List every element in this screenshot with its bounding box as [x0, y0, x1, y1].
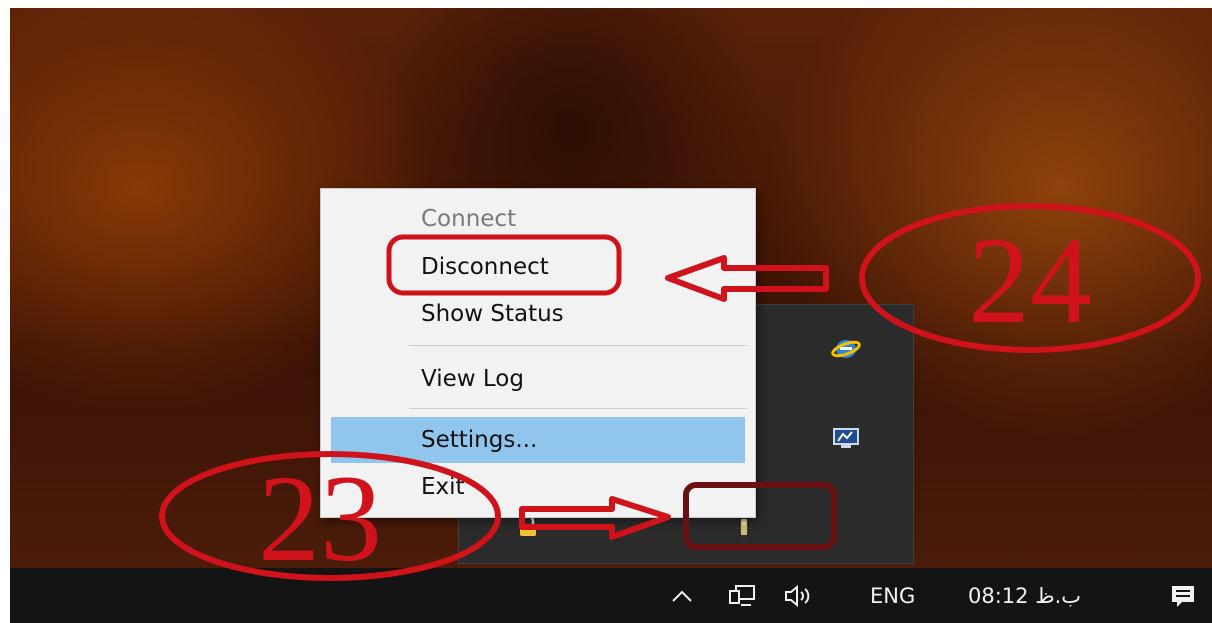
menu-item-exit[interactable]: Exit	[331, 467, 745, 507]
tray-context-menu: Connect Disconnect Show Status View Log …	[320, 188, 756, 518]
volume-icon[interactable]	[778, 568, 822, 623]
network-icon[interactable]	[722, 568, 762, 623]
menu-separator	[409, 345, 747, 346]
menu-item-exit-label: Exit	[421, 474, 465, 500]
menu-item-view-log[interactable]: View Log	[331, 359, 745, 399]
menu-item-disconnect-label: Disconnect	[421, 254, 549, 280]
menu-item-disconnect[interactable]: Disconnect	[331, 247, 745, 287]
menu-item-connect[interactable]: Connect	[331, 199, 745, 239]
menu-item-connect-label: Connect	[421, 206, 517, 232]
network-monitor-icon[interactable]	[829, 423, 863, 453]
chevron-up-icon[interactable]	[665, 568, 699, 623]
action-center-icon[interactable]	[1166, 568, 1200, 623]
menu-separator	[409, 408, 747, 409]
menu-item-settings[interactable]: Settings...	[331, 417, 745, 463]
menu-item-show-status[interactable]: Show Status	[331, 294, 745, 334]
menu-item-show-status-label: Show Status	[421, 301, 564, 327]
language-indicator[interactable]: ENG	[870, 568, 915, 623]
taskbar: ENG 08:12 ب.ظ	[10, 568, 1212, 623]
desktop-background: Connect Disconnect Show Status View Log …	[10, 8, 1212, 568]
menu-item-view-log-label: View Log	[421, 366, 524, 392]
taskbar-clock[interactable]: 08:12 ب.ظ	[968, 568, 1081, 623]
screenshot-frame: Connect Disconnect Show Status View Log …	[0, 0, 1212, 623]
menu-item-settings-label: Settings...	[421, 427, 538, 453]
ie-browser-icon[interactable]	[829, 333, 863, 363]
